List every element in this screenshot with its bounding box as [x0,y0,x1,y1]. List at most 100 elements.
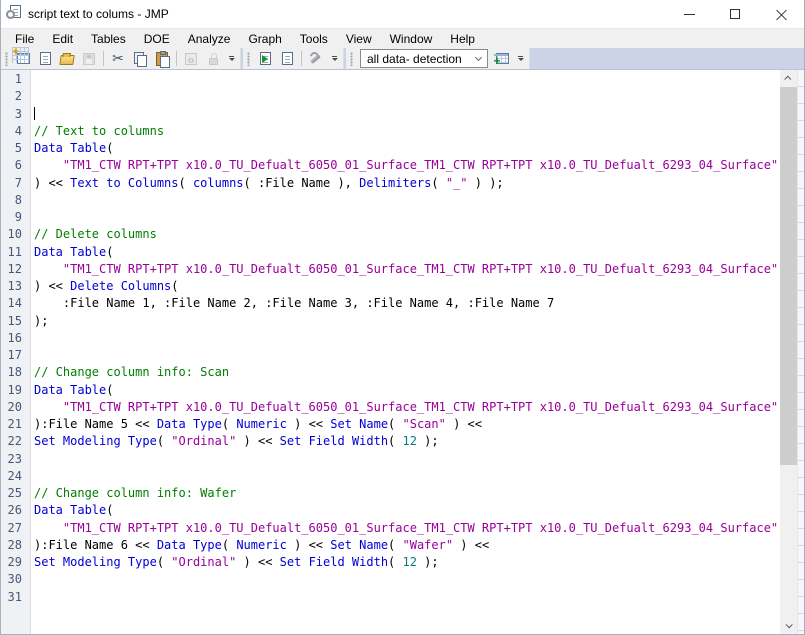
code-line[interactable]: Set Modeling Type( "Ordinal" ) << Set Fi… [34,554,780,571]
code-line[interactable]: ):File Name 6 << Data Type( Numeric ) <<… [34,537,780,554]
menu-file[interactable]: File [6,30,43,48]
line-number: 8 [14,192,22,207]
save-icon [83,52,95,65]
code-line[interactable] [34,451,780,468]
wrench-icon [309,52,323,66]
code-line[interactable] [34,571,780,588]
code-line[interactable]: "TM1_CTW RPT+TPT x10.0_TU_Defualt_6050_0… [34,261,780,278]
paste-button[interactable] [151,49,173,69]
menu-graph[interactable]: Graph [239,30,290,48]
cut-button[interactable]: ✂ [107,49,129,69]
line-number: 30 [7,572,22,587]
close-button[interactable] [758,0,804,28]
code-line[interactable] [34,88,780,105]
line-number: 4 [14,123,22,138]
toolbar-group-2 [243,48,343,69]
script-editor[interactable]: 1 2 3 4 5 6 7 8 9 10 11 12 13 14 15 16 17 18 19 20 21 22 23 24 2… [1,70,804,634]
line-number: 27 [7,520,22,535]
menu-analyze[interactable]: Analyze [179,30,240,48]
scrollbar-thumb[interactable] [780,87,797,465]
code-line[interactable]: // Text to columns [34,123,780,140]
close-icon [776,9,787,20]
line-number: 1 [14,72,22,86]
code-line[interactable] [34,192,780,209]
line-number: 2 [14,89,22,104]
code-line[interactable]: ) << Delete Columns( [34,278,780,295]
lock-button [202,49,224,69]
toolbar-overflow-button[interactable] [329,50,340,68]
line-number: 28 [7,537,22,552]
code-line[interactable]: // Change column info: Wafer [34,485,780,502]
line-number: 31 [7,589,22,604]
code-line[interactable] [34,468,780,485]
toolbar-overflow-button[interactable] [515,50,526,68]
chevron-up-icon [784,75,792,83]
code-line[interactable]: Data Table( [34,140,780,157]
code-line[interactable]: Data Table( [34,244,780,261]
code-line[interactable]: ); [34,313,780,330]
scroll-up-button[interactable] [780,70,797,87]
vertical-scrollbar[interactable] [780,70,797,634]
code-line[interactable]: Data Table( [34,382,780,399]
toolbar-group-3: all data- detection [346,48,529,69]
code-line[interactable] [34,589,780,606]
code-line[interactable]: "TM1_CTW RPT+TPT x10.0_TU_Defualt_6050_0… [34,520,780,537]
maximize-icon [730,9,740,19]
code-line[interactable]: ) << Text to Columns( columns( :File Nam… [34,175,780,192]
code-line[interactable]: Data Table( [34,502,780,519]
code-line[interactable]: // Change column info: Scan [34,364,780,381]
code-line[interactable]: "TM1_CTW RPT+TPT x10.0_TU_Defualt_6050_0… [34,157,780,174]
combo-selected-value: all data- detection [367,51,462,66]
code-line[interactable] [34,71,780,88]
add-to-data-table-icon [493,53,509,64]
line-number: 14 [7,296,22,311]
chevron-down-icon [474,53,483,62]
menu-doe[interactable]: DOE [135,30,179,48]
data-filter-combo[interactable]: all data- detection [360,49,488,68]
minimize-button[interactable] [666,0,712,28]
code-line[interactable] [34,209,780,226]
copy-button[interactable] [129,49,151,69]
new-script-button[interactable] [34,49,56,69]
code-line[interactable]: "TM1_CTW RPT+TPT x10.0_TU_Defualt_6050_0… [34,399,780,416]
line-number: 21 [7,417,22,431]
code-line[interactable] [34,347,780,364]
code-area[interactable]: // Text to columns Data Table( "TM1_CTW R… [31,70,780,634]
toolbar-grip-handle[interactable] [5,51,8,66]
new-data-table-button[interactable] [11,47,34,69]
run-tools-button[interactable] [305,49,327,69]
maximize-button[interactable] [712,0,758,28]
menu-window[interactable]: Window [381,30,442,48]
toolbar-separator [103,51,104,66]
code-line[interactable]: :File Name 1, :File Name 2, :File Name 3… [34,295,780,312]
menu-edit[interactable]: Edit [43,30,82,48]
jmp-script-window: script text to colums - JMP File Edit Tabl… [0,0,805,635]
toolbar-grip-handle[interactable] [247,51,250,66]
line-number: 26 [7,503,22,518]
code-line[interactable] [34,330,780,347]
jsl-script-icon [6,5,21,23]
add-to-data-table-button[interactable] [491,49,513,69]
code-line[interactable]: ):File Name 5 << Data Type( Numeric ) <<… [34,416,780,433]
code-line[interactable] [34,106,780,123]
line-number: 19 [7,382,22,397]
toolbar-overflow-button[interactable] [226,50,237,68]
line-number: 12 [7,261,22,276]
script-window-button[interactable] [276,49,298,69]
toolbar-separator [301,51,302,66]
chevron-down-icon [517,58,524,61]
open-folder-button[interactable] [56,49,78,69]
toolbar: ✂ all data- detection [1,47,804,70]
chevron-down-icon [331,58,338,61]
run-script-button[interactable] [254,49,276,69]
toolbar-grip-handle[interactable] [350,51,353,66]
new-data-table-icon [11,47,30,64]
menu-help[interactable]: Help [441,30,484,48]
menu-tables[interactable]: Tables [82,30,135,48]
line-number: 16 [7,330,22,345]
code-line[interactable]: // Delete columns [34,226,780,243]
menu-view[interactable]: View [337,30,381,48]
code-line[interactable]: Set Modeling Type( "Ordinal" ) << Set Fi… [34,433,780,450]
scroll-down-button[interactable] [780,617,797,634]
menu-tools[interactable]: Tools [291,30,337,48]
